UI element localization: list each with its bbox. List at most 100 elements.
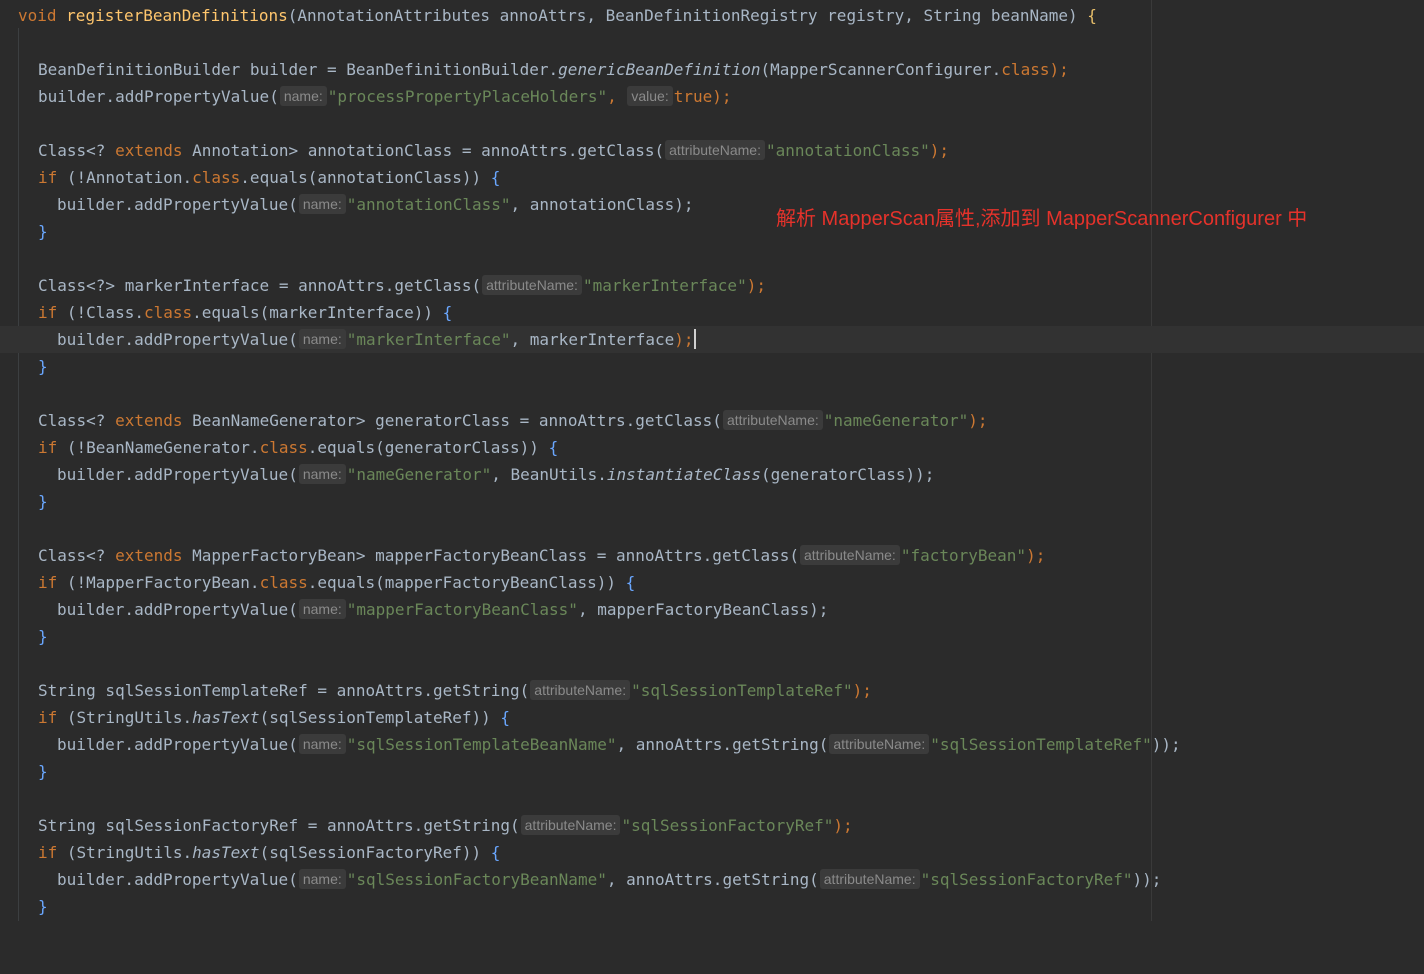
code-line[interactable]: Class<?> markerInterface = annoAttrs.get… <box>0 272 1424 299</box>
code-text: Class<? <box>38 141 116 160</box>
parameter-hint: attributeName: <box>819 869 920 889</box>
code-text: builder.addPropertyValue( <box>57 330 298 349</box>
code-line[interactable]: } <box>0 623 1424 650</box>
keyword: extends <box>115 411 183 430</box>
code-text: ); <box>674 330 694 349</box>
method-name: registerBeanDefinitions <box>66 6 288 25</box>
code-editor[interactable]: void registerBeanDefinitions(AnnotationA… <box>0 0 1424 921</box>
code-text: ); <box>746 276 766 295</box>
string-literal: "sqlSessionFactoryRef" <box>621 816 834 835</box>
parameter-hint: value: <box>627 86 673 106</box>
method-call: hasText <box>192 843 260 862</box>
text-caret <box>693 329 696 349</box>
code-line[interactable]: String sqlSessionTemplateRef = annoAttrs… <box>0 677 1424 704</box>
code-line[interactable]: } <box>0 893 1424 920</box>
code-line[interactable]: builder.addPropertyValue(name: "sqlSessio… <box>0 731 1424 758</box>
code-text: , annotationClass); <box>510 195 694 214</box>
code-text: (MapperScannerConfigurer. <box>760 60 1002 79</box>
code-text: ); <box>833 816 853 835</box>
code-line-current[interactable]: builder.addPropertyValue(name: "markerInt… <box>0 326 1424 353</box>
code-line[interactable]: } <box>0 488 1424 515</box>
code-line[interactable]: if (!Class.class.equals(markerInterface)… <box>0 299 1424 326</box>
string-literal: "sqlSessionTemplateRef" <box>631 681 853 700</box>
code-text: ); <box>712 87 732 106</box>
string-literal: "sqlSessionTemplateRef" <box>930 735 1152 754</box>
parameter-hint: name: <box>279 86 327 106</box>
code-line[interactable]: Class<? extends BeanNameGenerator> gener… <box>0 407 1424 434</box>
code-text: , mapperFactoryBeanClass); <box>577 600 829 619</box>
keyword: if <box>38 438 58 457</box>
code-text: , markerInterface <box>510 330 675 349</box>
code-text: ); <box>968 411 988 430</box>
code-line[interactable]: builder.addPropertyValue(name: "nameGener… <box>0 461 1424 488</box>
code-text: builder.addPropertyValue( <box>57 465 298 484</box>
code-line[interactable]: if (!BeanNameGenerator.class.equals(gene… <box>0 434 1424 461</box>
brace: { <box>500 708 511 727</box>
brace: { <box>442 303 453 322</box>
parameter-hint: attributeName: <box>482 275 582 295</box>
code-line[interactable]: Class<? extends Annotation> annotationCl… <box>0 137 1424 164</box>
keyword: class <box>259 573 308 592</box>
brace: } <box>38 492 48 511</box>
code-text: (!Annotation. <box>57 168 193 187</box>
code-line[interactable]: if (StringUtils.hasText(sqlSessionTempla… <box>0 704 1424 731</box>
string-literal: "mapperFactoryBeanClass" <box>346 600 578 619</box>
keyword: if <box>38 708 58 727</box>
code-text: BeanDefinitionBuilder builder = BeanDefi… <box>38 60 559 79</box>
code-line[interactable]: } <box>0 758 1424 785</box>
string-literal: "nameGenerator" <box>346 465 492 484</box>
code-text: (StringUtils. <box>57 708 193 727</box>
code-text: MapperFactoryBean> mapperFactoryBeanClas… <box>182 546 799 565</box>
red-annotation-note: 解析 MapperScan属性,添加到 MapperScannerConfigu… <box>776 208 1308 230</box>
brace: { <box>490 168 501 187</box>
parameter-hint: attributeName: <box>530 680 631 700</box>
code-line[interactable]: void registerBeanDefinitions(AnnotationA… <box>0 2 1424 29</box>
parameter-hint: attributeName: <box>665 140 765 160</box>
code-text: ); <box>929 141 949 160</box>
code-text: (!BeanNameGenerator. <box>57 438 260 457</box>
code-text: )); <box>1151 735 1181 754</box>
code-text: ); <box>852 681 872 700</box>
code-text: String sqlSessionFactoryRef = annoAttrs.… <box>38 816 520 835</box>
code-text: (!Class. <box>57 303 144 322</box>
keyword: if <box>38 573 58 592</box>
brace: } <box>38 897 48 916</box>
method-call: hasText <box>192 708 260 727</box>
parameter-hint: name: <box>298 734 346 754</box>
code-text: Class<? <box>38 546 116 565</box>
string-literal: "sqlSessionTemplateBeanName" <box>346 735 617 754</box>
code-line[interactable]: if (!MapperFactoryBean.class.equals(mapp… <box>0 569 1424 596</box>
code-line[interactable]: String sqlSessionFactoryRef = annoAttrs.… <box>0 812 1424 839</box>
method-call: instantiateClass <box>606 465 761 484</box>
code-line[interactable]: Class<? extends MapperFactoryBean> mappe… <box>0 542 1424 569</box>
keyword: if <box>38 303 58 322</box>
code-text: builder.addPropertyValue( <box>57 735 298 754</box>
keyword: void <box>18 6 57 25</box>
code-line[interactable]: if (!Annotation.class.equals(annotationC… <box>0 164 1424 191</box>
code-text: )); <box>1132 870 1162 889</box>
code-text: builder.addPropertyValue( <box>38 87 279 106</box>
code-text: builder.addPropertyValue( <box>57 870 298 889</box>
parameter-hint: attributeName: <box>520 815 621 835</box>
keyword: class <box>143 303 193 322</box>
code-text: (!MapperFactoryBean. <box>57 573 260 592</box>
code-text: builder.addPropertyValue( <box>57 195 298 214</box>
code-text: , annoAttrs.getString( <box>616 735 829 754</box>
code-line[interactable]: BeanDefinitionBuilder builder = BeanDefi… <box>0 56 1424 83</box>
parameter-hint: name: <box>298 869 346 889</box>
keyword: true <box>673 87 713 106</box>
string-literal: "sqlSessionFactoryRef" <box>920 870 1133 889</box>
keyword: class <box>1001 60 1050 79</box>
brace: } <box>38 762 48 781</box>
code-text: .equals(annotationClass)) <box>240 168 491 187</box>
code-line[interactable]: } <box>0 353 1424 380</box>
code-line[interactable]: builder.addPropertyValue(name: "mapperFac… <box>0 596 1424 623</box>
code-text: (StringUtils. <box>57 843 193 862</box>
code-text: BeanNameGenerator> generatorClass = anno… <box>182 411 722 430</box>
code-line[interactable]: builder.addPropertyValue(name: "processPr… <box>0 83 1424 110</box>
code-line[interactable]: if (StringUtils.hasText(sqlSessionFactor… <box>0 839 1424 866</box>
code-text: .equals(generatorClass)) <box>307 438 549 457</box>
code-line[interactable]: builder.addPropertyValue(name: "sqlSessio… <box>0 866 1424 893</box>
method-call: genericBeanDefinition <box>558 60 761 79</box>
code-text: builder.addPropertyValue( <box>57 600 298 619</box>
